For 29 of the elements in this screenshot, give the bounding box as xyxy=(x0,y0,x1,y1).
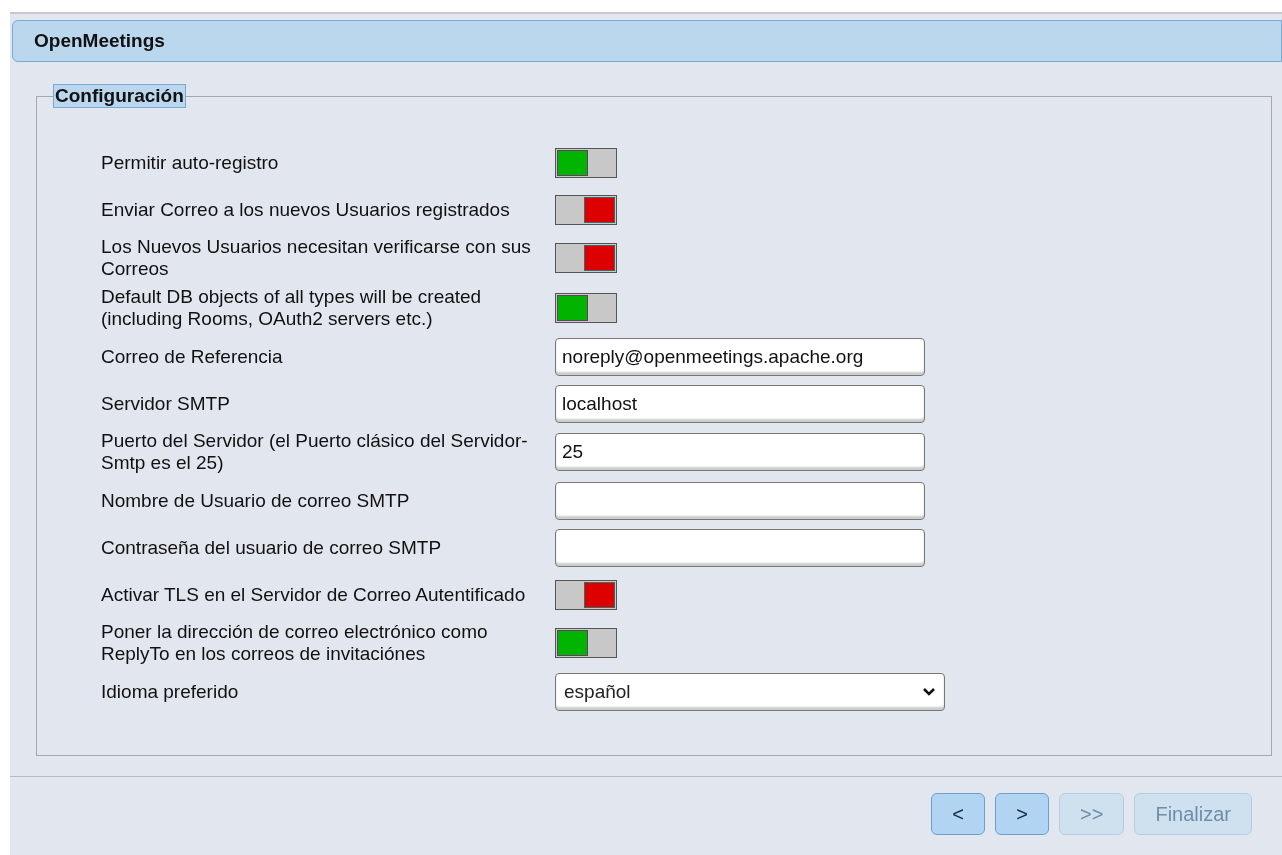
text-field[interactable]: 25 xyxy=(555,433,925,471)
field-label: Contraseña del usuario de correo SMTP xyxy=(101,536,443,559)
nav-button[interactable]: < xyxy=(931,793,986,835)
text-field[interactable] xyxy=(555,481,925,520)
field-label: Permitir auto-registro xyxy=(101,151,280,174)
toggle-switch[interactable] xyxy=(555,579,617,610)
field-label: Nombre de Usuario de correo SMTP xyxy=(101,489,411,512)
chevron-down-icon xyxy=(922,686,936,697)
nav-button[interactable]: > xyxy=(995,793,1050,835)
toggle-switch[interactable] xyxy=(555,243,617,273)
field-label: Activar TLS en el Servidor de Correo Autentificado xyxy=(101,583,527,606)
language-select[interactable]: español xyxy=(555,672,945,711)
field-label: Poner la dirección de correo electrónico como ReplyTo en los correos de invitaciónes xyxy=(101,621,489,665)
section-legend: Configuración xyxy=(53,84,186,108)
toggle-switch[interactable] xyxy=(555,147,617,178)
field-label: Enviar Correo a los nuevos Usuarios registrados xyxy=(101,198,511,221)
field-label: Default DB objects of all types will be created (including Rooms, OAuth2 servers etc.) xyxy=(101,286,483,330)
field-label: Correo de Referencia xyxy=(101,345,284,368)
text-field[interactable]: localhost xyxy=(555,384,925,423)
field-label: Los Nuevos Usuarios necesitan verificarse con sus Correos xyxy=(101,236,532,280)
field-label: Servidor SMTP xyxy=(101,392,231,415)
text-field[interactable] xyxy=(555,528,925,567)
toggle-switch[interactable] xyxy=(555,293,617,323)
field-label: Puerto del Servidor (el Puerto clásico del Servidor-Smtp es el 25) xyxy=(101,430,529,474)
toggle-switch[interactable] xyxy=(555,194,617,225)
toggle-switch[interactable] xyxy=(555,628,617,658)
field-label: Idioma preferido xyxy=(101,680,240,703)
text-field[interactable]: noreply@openmeetings.apache.org xyxy=(555,337,925,376)
app-title: OpenMeetings xyxy=(34,30,165,52)
